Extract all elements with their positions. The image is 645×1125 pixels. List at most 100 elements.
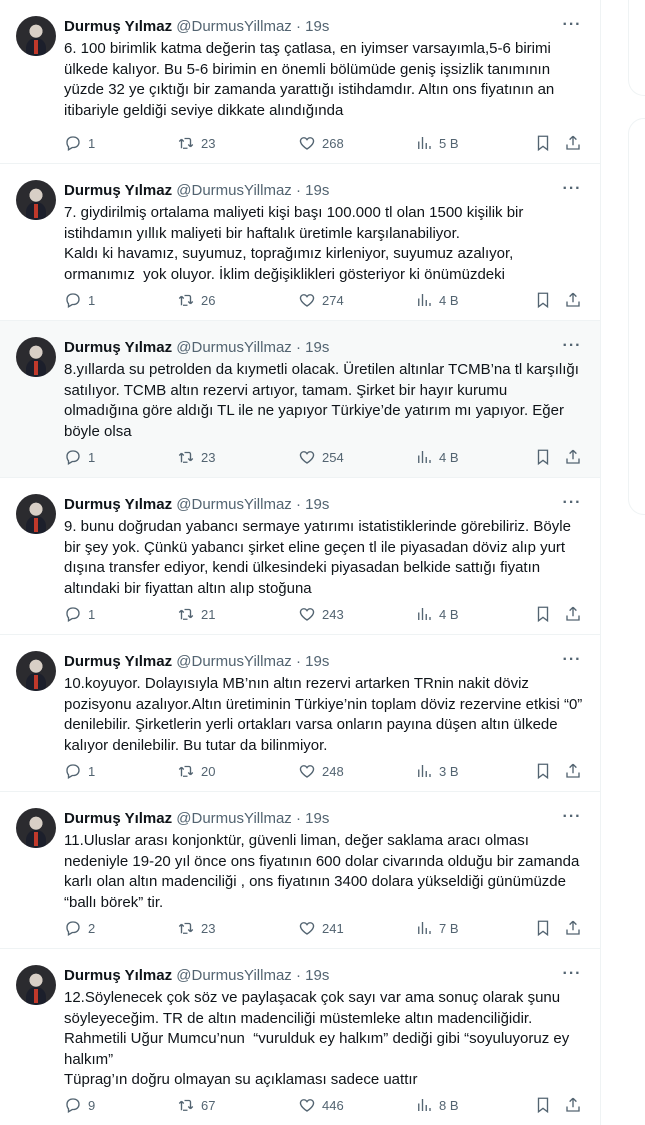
author-name[interactable]: Durmuş Yılmaz xyxy=(64,496,172,513)
bookmark-button[interactable] xyxy=(534,1095,552,1115)
timestamp[interactable]: 19s xyxy=(305,496,329,513)
share-button[interactable] xyxy=(564,604,582,624)
reply-button[interactable]: 1 xyxy=(64,133,95,153)
avatar[interactable] xyxy=(16,180,56,220)
more-options-icon[interactable]: ··· xyxy=(562,17,582,36)
author-name[interactable]: Durmuş Yılmaz xyxy=(64,339,172,356)
avatar[interactable] xyxy=(16,16,56,56)
views-button[interactable]: 3 B xyxy=(415,761,459,781)
author-name[interactable]: Durmuş Yılmaz xyxy=(64,18,172,35)
reply-button[interactable]: 2 xyxy=(64,918,95,938)
bookmark-button[interactable] xyxy=(534,604,552,624)
author-handle[interactable]: @DurmusYillmaz xyxy=(176,653,292,670)
like-count: 254 xyxy=(322,449,344,465)
author-handle[interactable]: @DurmusYillmaz xyxy=(176,339,292,356)
like-button[interactable]: 248 xyxy=(298,761,344,781)
avatar[interactable] xyxy=(16,337,56,377)
reply-button[interactable]: 9 xyxy=(64,1095,95,1115)
repost-button[interactable]: 26 xyxy=(177,290,215,310)
author-name[interactable]: Durmuş Yılmaz xyxy=(64,967,172,984)
view-count: 5 B xyxy=(439,135,459,151)
like-button[interactable]: 274 xyxy=(298,290,344,310)
share-button[interactable] xyxy=(564,290,582,310)
share-button[interactable] xyxy=(564,447,582,467)
share-button[interactable] xyxy=(564,1095,582,1115)
timestamp[interactable]: 19s xyxy=(305,339,329,356)
tweet[interactable]: Durmuş Yılmaz @DurmusYillmaz · 19s ··· 8… xyxy=(0,321,600,478)
share-button[interactable] xyxy=(564,761,582,781)
bookmark-button[interactable] xyxy=(534,133,552,153)
views-button[interactable]: 4 B xyxy=(415,290,459,310)
repost-button[interactable]: 67 xyxy=(177,1095,215,1115)
reply-button[interactable]: 1 xyxy=(64,604,95,624)
author-handle[interactable]: @DurmusYillmaz xyxy=(176,18,292,35)
author-handle[interactable]: @DurmusYillmaz xyxy=(176,967,292,984)
more-options-icon[interactable]: ··· xyxy=(562,652,582,671)
bookmark-button[interactable] xyxy=(534,918,552,938)
more-options-icon[interactable]: ··· xyxy=(562,181,582,200)
more-options-icon[interactable]: ··· xyxy=(562,809,582,828)
tweet-header: Durmuş Yılmaz @DurmusYillmaz · 19s xyxy=(64,495,329,515)
avatar[interactable] xyxy=(16,494,56,534)
views-button[interactable]: 7 B xyxy=(415,918,459,938)
bookmark-button[interactable] xyxy=(534,447,552,467)
tweet-header: Durmuş Yılmaz @DurmusYillmaz · 19s xyxy=(64,809,329,829)
views-button[interactable]: 5 B xyxy=(415,133,459,153)
author-handle[interactable]: @DurmusYillmaz xyxy=(176,496,292,513)
tweet[interactable]: Durmuş Yılmaz @DurmusYillmaz · 19s ··· 1… xyxy=(0,949,600,1125)
tweet[interactable]: Durmuş Yılmaz @DurmusYillmaz · 19s ··· 9… xyxy=(0,478,600,635)
tweet-actions: 1 20 248 3 B xyxy=(64,761,584,781)
like-button[interactable]: 254 xyxy=(298,447,344,467)
tweet[interactable]: Durmuş Yılmaz @DurmusYillmaz · 19s ··· 1… xyxy=(0,635,600,792)
more-options-icon[interactable]: ··· xyxy=(562,338,582,357)
more-options-icon[interactable]: ··· xyxy=(562,495,582,514)
bookmark-button[interactable] xyxy=(534,761,552,781)
repost-button[interactable]: 20 xyxy=(177,761,215,781)
share-button[interactable] xyxy=(564,918,582,938)
author-name[interactable]: Durmuş Yılmaz xyxy=(64,810,172,827)
share-icon xyxy=(566,763,580,778)
repost-button[interactable]: 23 xyxy=(177,918,215,938)
timestamp[interactable]: 19s xyxy=(305,810,329,827)
author-name[interactable]: Durmuş Yılmaz xyxy=(64,653,172,670)
repost-button[interactable]: 23 xyxy=(177,133,215,153)
timestamp[interactable]: 19s xyxy=(305,182,329,199)
bookmark-button[interactable] xyxy=(534,290,552,310)
heart-icon xyxy=(299,608,315,621)
like-button[interactable]: 446 xyxy=(298,1095,344,1115)
tweet[interactable]: Durmuş Yılmaz @DurmusYillmaz · 19s ··· 6… xyxy=(0,0,600,164)
views-button[interactable]: 4 B xyxy=(415,447,459,467)
like-button[interactable]: 268 xyxy=(298,133,344,153)
more-options-icon[interactable]: ··· xyxy=(562,966,582,985)
author-name[interactable]: Durmuş Yılmaz xyxy=(64,182,172,199)
reply-button[interactable]: 1 xyxy=(64,290,95,310)
author-handle[interactable]: @DurmusYillmaz xyxy=(176,810,292,827)
tweet[interactable]: Durmuş Yılmaz @DurmusYillmaz · 19s ··· 1… xyxy=(0,792,600,949)
reply-icon xyxy=(66,136,80,151)
separator-dot: · xyxy=(295,496,301,513)
reply-button[interactable]: 1 xyxy=(64,761,95,781)
timestamp[interactable]: 19s xyxy=(305,967,329,984)
tweet-text: 11.Uluslar arası konjonktür, güvenli lim… xyxy=(64,832,584,911)
repost-button[interactable]: 21 xyxy=(177,604,215,624)
tweet-text: 6. 100 birimlik katma değerin taş çatlas… xyxy=(64,40,559,119)
avatar[interactable] xyxy=(16,965,56,1005)
timestamp[interactable]: 19s xyxy=(305,18,329,35)
views-button[interactable]: 4 B xyxy=(415,604,459,624)
repost-button[interactable]: 23 xyxy=(177,447,215,467)
author-handle[interactable]: @DurmusYillmaz xyxy=(176,182,292,199)
share-button[interactable] xyxy=(564,133,582,153)
views-chart-icon xyxy=(418,451,431,463)
views-button[interactable]: 8 B xyxy=(415,1095,459,1115)
reply-icon xyxy=(66,921,80,936)
timestamp[interactable]: 19s xyxy=(305,653,329,670)
avatar[interactable] xyxy=(16,651,56,691)
avatar[interactable] xyxy=(16,808,56,848)
views-chart-icon xyxy=(418,137,431,149)
like-button[interactable]: 241 xyxy=(298,918,344,938)
tweet[interactable]: Durmuş Yılmaz @DurmusYillmaz · 19s ··· 7… xyxy=(0,164,600,321)
like-button[interactable]: 243 xyxy=(298,604,344,624)
tweet-actions: 9 67 446 8 B xyxy=(64,1095,584,1115)
reply-button[interactable]: 1 xyxy=(64,447,95,467)
heart-icon xyxy=(299,922,315,935)
